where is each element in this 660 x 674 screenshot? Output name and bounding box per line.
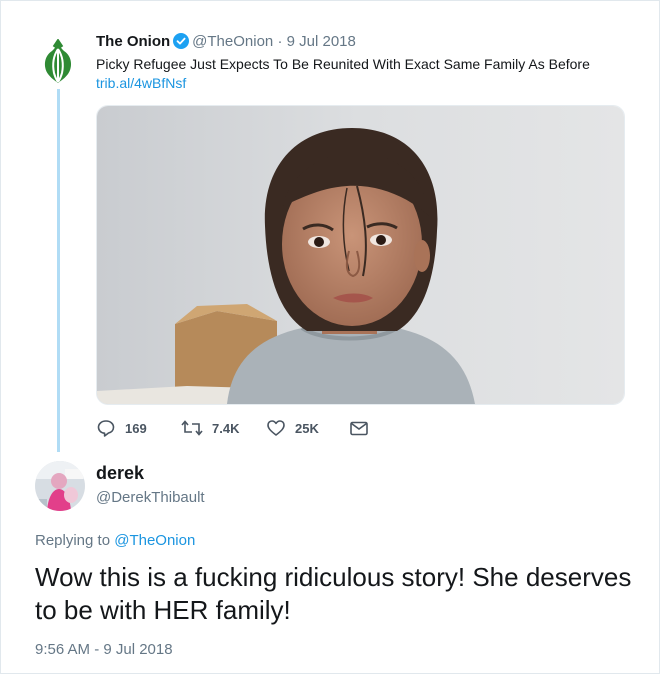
reply-count: 169 [125, 420, 147, 436]
onion-logo-icon[interactable] [34, 38, 82, 87]
retweet-icon [181, 420, 203, 436]
heart-icon [267, 420, 285, 436]
tweet-header: The Onion @TheOnion · 9 Jul 2018 [96, 33, 356, 51]
like-action[interactable]: 25K [266, 417, 319, 439]
reply-action[interactable]: 169 [96, 417, 147, 439]
reply-author-handle[interactable]: @DerekThibault [96, 489, 205, 506]
author-display-name[interactable]: The Onion [96, 33, 170, 50]
reply-author-display-name[interactable]: derek [96, 463, 144, 484]
reply-icon [97, 420, 115, 437]
thread-connector-line [57, 89, 60, 452]
tweet-action-bar: 169 7.4K 25K [96, 417, 396, 439]
verified-badge-icon [173, 33, 190, 49]
tweet-date[interactable]: 9 Jul 2018 [287, 33, 356, 50]
tweet-link[interactable]: trib.al/4wBfNsf [96, 75, 186, 91]
reply-tweet-text: Wow this is a fucking ridiculous story! … [35, 562, 632, 625]
retweet-action[interactable]: 7.4K [181, 417, 239, 439]
like-count: 25K [295, 420, 319, 436]
direct-message-action[interactable] [349, 417, 378, 439]
tweet-text: Picky Refugee Just Expects To Be Reunite… [96, 56, 590, 72]
envelope-icon [350, 421, 368, 436]
reply-timestamp[interactable]: 9:56 AM - 9 Jul 2018 [35, 641, 173, 658]
tweet-screenshot-frame: The Onion @TheOnion · 9 Jul 2018 Picky Re… [0, 0, 660, 674]
header-separator: · [277, 33, 283, 50]
tweet-media-photo[interactable] [96, 105, 625, 405]
author-handle[interactable]: @TheOnion [192, 33, 273, 50]
retweet-count: 7.4K [212, 420, 240, 436]
reply-author-avatar[interactable] [35, 461, 85, 511]
replying-to-line: Replying to @TheOnion [35, 532, 195, 549]
replying-to-handle-link[interactable]: @TheOnion [114, 532, 195, 549]
replying-to-label: Replying to [35, 532, 111, 549]
